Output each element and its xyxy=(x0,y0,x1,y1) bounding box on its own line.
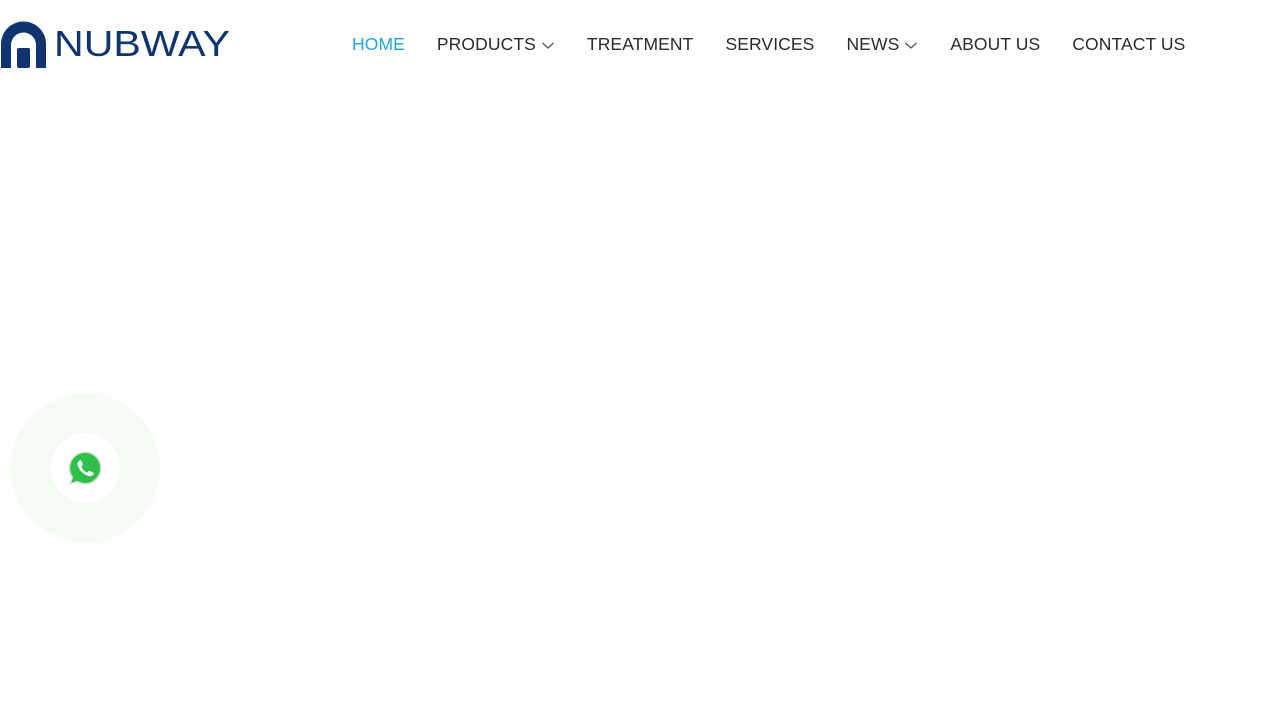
nubway-logo-mark: NUBWAY xyxy=(1,21,230,69)
nav-item-contact-us[interactable]: CONTACT US xyxy=(1072,34,1185,55)
nubway-logo[interactable]: NUBWAY xyxy=(0,18,232,70)
nav-item-label: CONTACT US xyxy=(1072,33,1186,54)
site-header: NUBWAY HOME PRODUCTS TREATMENT SERVICES … xyxy=(0,0,1280,88)
chevron-down-icon xyxy=(541,40,555,50)
nav-item-label: ABOUT US xyxy=(950,33,1041,54)
nav-item-label: PRODUCTS xyxy=(436,33,536,54)
nav-item-services[interactable]: SERVICES xyxy=(725,34,814,55)
nav-item-about-us[interactable]: ABOUT US xyxy=(950,34,1040,55)
chevron-down-icon xyxy=(904,40,918,50)
page: NUBWAY HOME PRODUCTS TREATMENT SERVICES … xyxy=(0,0,1280,720)
main-nav: HOME PRODUCTS TREATMENT SERVICES NEWS AB… xyxy=(352,32,1185,56)
nav-item-label: HOME xyxy=(352,33,405,54)
svg-text:NUBWAY: NUBWAY xyxy=(54,23,230,64)
nav-item-label: SERVICES xyxy=(725,33,815,54)
nav-item-news[interactable]: NEWS xyxy=(846,34,918,55)
nav-item-treatment[interactable]: TREATMENT xyxy=(587,34,694,55)
whatsapp-button[interactable] xyxy=(50,433,120,503)
whatsapp-icon xyxy=(66,449,104,487)
nav-item-products[interactable]: PRODUCTS xyxy=(437,34,555,55)
nav-item-label: TREATMENT xyxy=(586,33,694,54)
nav-item-home[interactable]: HOME xyxy=(352,34,405,55)
nav-item-label: NEWS xyxy=(846,33,900,54)
